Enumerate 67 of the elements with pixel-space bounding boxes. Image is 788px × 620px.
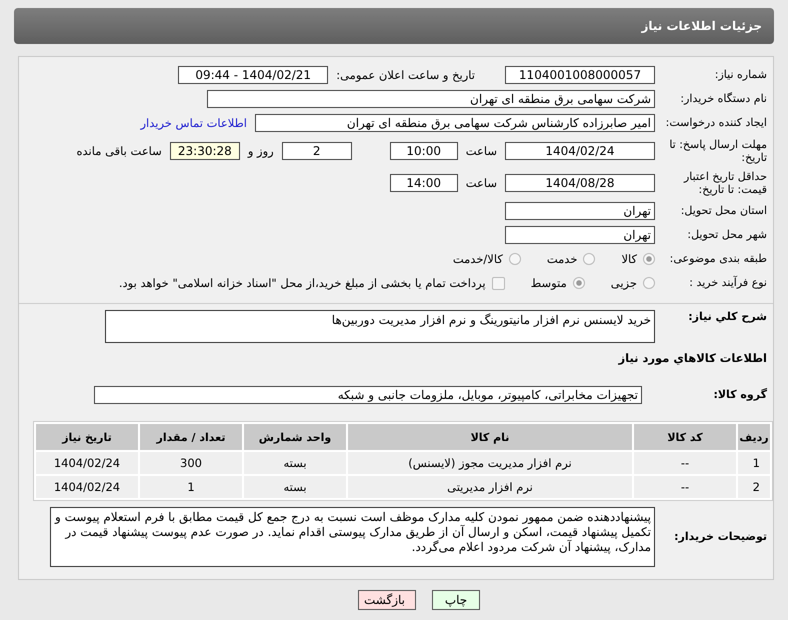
field-label: نام دستگاه خریدار: (679, 92, 768, 106)
field-label: مهلت ارسال پاسخ: تا تاریخ: (668, 138, 768, 164)
table-cell: 2 (738, 476, 770, 498)
buyer-notes-field: پیشنهاددهنده ضمن ممهور نمودن کلیه مدارک موظف است نسبت به درج جمع کل قیمت مطابق با فرم استعلام پیوست و تکمیل پیشنهاد قیمت، اسکن و ارسال آن از طریق مدارک پیوستی اقدام نماید. در صورت عدم پیوست پیشنهاد قیمت در مدارک، پیشنهاد آن شرکت مردود اعلام می‌گردد. (50, 507, 655, 567)
remaining-label: ساعت باقی مانده (76, 144, 162, 158)
announce-date-field: 1404/02/21 - 09:44 (178, 66, 328, 84)
radio-label: کالا/خدمت (452, 252, 503, 266)
buyer-contact-link[interactable]: اطلاعات تماس خریدار (140, 116, 247, 130)
field-label: تاریخ و ساعت اعلان عمومی: (336, 68, 475, 82)
remaining-time-field: 23:30:28 (170, 142, 240, 160)
radio-button[interactable] (643, 253, 655, 265)
field-label: ایجاد کننده درخواست: (664, 116, 768, 130)
radio-label: خدمت (546, 252, 578, 266)
field-label: گروه کالا: (712, 388, 768, 402)
back-button[interactable]: بازگشت (358, 590, 416, 610)
field-label: شهر محل تحویل: (686, 228, 768, 242)
deadline-time-field: 10:00 (390, 142, 458, 160)
page-title: جزئیات اطلاعات نیاز (641, 19, 762, 33)
days-label: روز و (248, 144, 274, 158)
field-label: حداقل تاریخ اعتبار قیمت: تا تاریخ: (682, 170, 768, 196)
field-label: نوع فرآیند خرید : (688, 276, 768, 290)
column-header: تعداد / مقدار (140, 424, 242, 450)
city-field: تهران (505, 226, 655, 244)
province-field: تهران (505, 202, 655, 220)
column-header: واحد شمارش (244, 424, 346, 450)
table-cell: 1404/02/24 (36, 452, 138, 474)
field-label: شماره نیاز: (714, 68, 768, 82)
need-number-field: 1104001008000057 (505, 66, 655, 84)
radio-button[interactable] (572, 277, 585, 289)
time-label: ساعت (466, 176, 497, 190)
field-label: طبقه بندی موضوعی: (668, 252, 768, 266)
days-field: 2 (282, 142, 352, 160)
validity-date-field: 1404/08/28 (505, 174, 655, 192)
table-cell: -- (634, 476, 736, 498)
deadline-date-field: 1404/02/24 (505, 142, 655, 160)
radio-button[interactable] (583, 253, 596, 265)
field-label: توضیحات خریدار: (673, 530, 768, 544)
table-cell: 1 (738, 452, 770, 474)
table-cell: نرم افزار مدیریتی (348, 476, 632, 498)
field-label: استان محل تحویل: (680, 204, 768, 218)
table-cell: بسته (244, 476, 346, 498)
field-label: شرح کلي نیاز: (687, 310, 768, 324)
table-cell: -- (634, 452, 736, 474)
creator-field: امیر صابرزاده کارشناس شرکت سهامی برق منطقه ای تهران (255, 114, 655, 132)
buyer-field: شرکت سهامی برق منطقه ای تهران (207, 90, 655, 108)
print-button[interactable]: چاپ (432, 590, 480, 610)
radio-label: کالا (621, 252, 637, 266)
radio-label: جزیی (610, 276, 637, 290)
table-cell: نرم افزار مدیریت مجوز (لایسنس) (348, 452, 632, 474)
column-header: کد کالا (634, 424, 736, 450)
time-label: ساعت (466, 144, 497, 158)
radio-button[interactable] (508, 253, 521, 265)
table-cell: بسته (244, 452, 346, 474)
section-title: اطلاعات کالاهاي مورد نیاز (618, 351, 767, 365)
table-cell: 1 (140, 476, 242, 498)
table-cell: 300 (140, 452, 242, 474)
validity-time-field: 14:00 (390, 174, 458, 192)
goods-group-field: تجهیزات مخابراتی، کامپیوتر، موبایل، ملزومات جانبی و شبکه (94, 386, 642, 404)
table-cell: 1404/02/24 (36, 476, 138, 498)
radio-button[interactable] (643, 277, 655, 289)
column-header: تاریخ نیاز (36, 424, 138, 450)
column-header: ردیف (738, 424, 770, 450)
radio-label: متوسط (530, 276, 567, 290)
column-header: نام کالا (348, 424, 632, 450)
checkbox-label: پرداخت تمام یا بخشی از مبلغ خرید،از محل "اسناد خزانه اسلامی" خواهد بود. (118, 276, 486, 290)
checkbox[interactable] (492, 276, 505, 290)
description-field: خرید لایسنس نرم افزار مانیتورینگ و نرم افزار مدیریت دوربین‌ها (105, 310, 655, 343)
